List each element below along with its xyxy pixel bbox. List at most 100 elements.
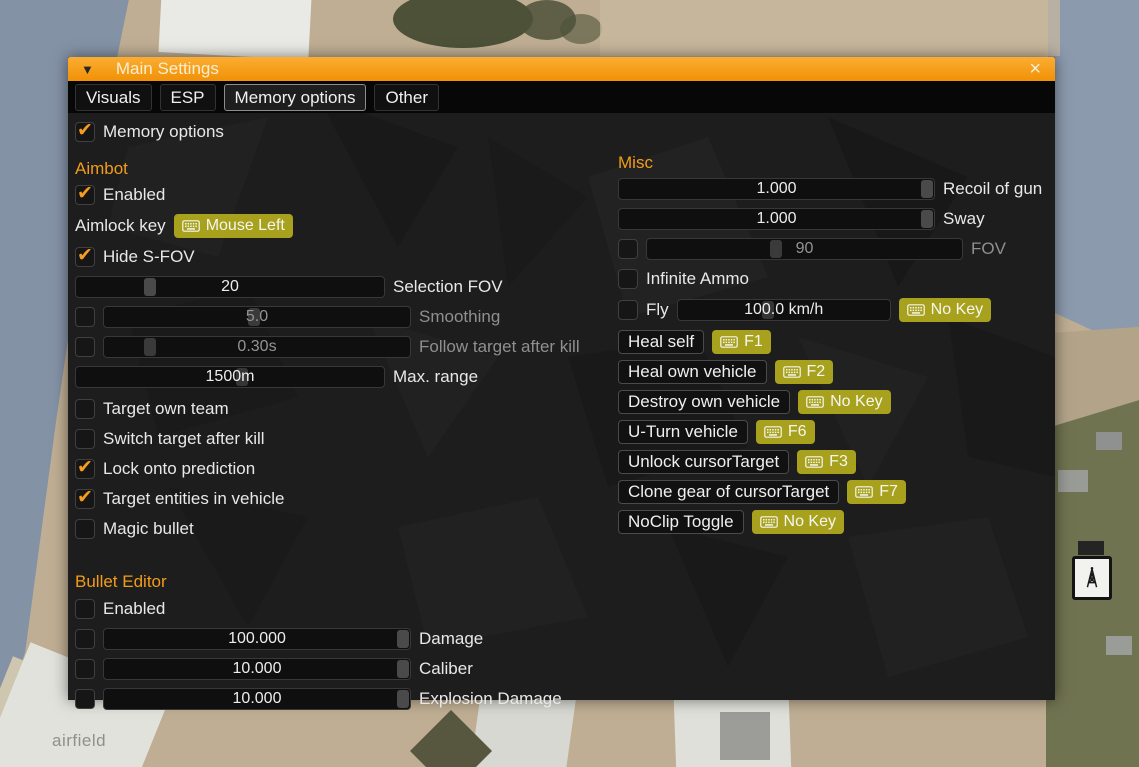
tab-memory-options[interactable]: Memory options [224,84,367,111]
recoil-slider[interactable]: 1.000 [618,178,935,200]
clone-gear-key-value: F7 [879,483,898,501]
slider-handle[interactable] [397,660,409,678]
lock-prediction-row: Lock onto prediction [75,458,255,480]
heal-own-vehicle-key-value: F2 [807,363,826,381]
aimbot-enabled-row: Enabled [75,184,165,206]
explosion-damage-value: 10.000 [233,690,282,708]
smoothing-checkbox[interactable] [75,307,95,327]
unlock-cursortarget-button[interactable]: Unlock cursorTarget [618,450,789,474]
keyboard-icon [855,486,873,498]
tab-other[interactable]: Other [374,84,439,111]
sway-label: Sway [943,209,985,229]
slider-handle[interactable] [921,210,933,228]
noclip-toggle-button[interactable]: NoClip Toggle [618,510,744,534]
hide-sfov-checkbox[interactable] [75,247,95,267]
close-icon[interactable]: × [1029,59,1041,79]
bullet-enabled-label: Enabled [103,599,165,619]
map-sand-patch [600,0,1060,56]
lock-prediction-checkbox[interactable] [75,459,95,479]
caliber-checkbox[interactable] [75,659,95,679]
aimlock-key-row: Aimlock key Mouse Left [75,214,293,238]
target-entities-checkbox[interactable] [75,489,95,509]
switch-target-row: Switch target after kill [75,428,265,450]
map-water-right [1048,0,1139,352]
collapse-icon[interactable]: ▼ [81,63,94,76]
map-building [720,712,770,760]
aimlock-key-value: Mouse Left [206,217,285,235]
radio-tower-map-marker[interactable] [1072,556,1112,600]
hide-sfov-row: Hide S-FOV [75,246,195,268]
heal-own-vehicle-button[interactable]: Heal own vehicle [618,360,767,384]
keyboard-icon [760,516,778,528]
bullet-enabled-checkbox[interactable] [75,599,95,619]
fly-speed-slider[interactable]: 100.0 km/h [677,299,891,321]
window-titlebar[interactable]: ▼ Main Settings × [68,57,1055,81]
slider-handle[interactable] [921,180,933,198]
aimbot-enabled-checkbox[interactable] [75,185,95,205]
infinite-ammo-checkbox[interactable] [618,269,638,289]
clone-gear-keybind-button[interactable]: F7 [847,480,906,504]
target-own-team-checkbox[interactable] [75,399,95,419]
follow-target-checkbox[interactable] [75,337,95,357]
noclip-toggle-key-value: No Key [784,513,836,531]
heal-own-vehicle-keybind-button[interactable]: F2 [775,360,834,384]
tab-esp[interactable]: ESP [160,84,216,111]
lock-prediction-label: Lock onto prediction [103,459,255,479]
slider-handle[interactable] [770,240,782,258]
smoothing-slider[interactable]: 5.0 [103,306,411,328]
hide-sfov-label: Hide S-FOV [103,247,195,267]
fov-slider[interactable]: 90 [646,238,963,260]
heal-self-keybind-button[interactable]: F1 [712,330,771,354]
radio-tower-icon [1081,565,1103,591]
destroy-own-vehicle-keybind-button[interactable]: No Key [798,390,890,414]
window-title: Main Settings [116,59,1029,79]
map-vegetation [560,14,602,44]
destroy-own-vehicle-row: Destroy own vehicle No Key [618,390,891,414]
selection-fov-value: 20 [221,278,239,296]
main-settings-window: ▼ Main Settings × Visuals ESP Memory opt… [68,57,1055,700]
explosion-damage-checkbox[interactable] [75,689,95,709]
clone-gear-button[interactable]: Clone gear of cursorTarget [618,480,839,504]
unlock-cursortarget-keybind-button[interactable]: F3 [797,450,856,474]
damage-slider[interactable]: 100.000 [103,628,411,650]
fov-checkbox[interactable] [618,239,638,259]
switch-target-label: Switch target after kill [103,429,265,449]
caliber-label: Caliber [419,659,473,679]
destroy-own-vehicle-button[interactable]: Destroy own vehicle [618,390,790,414]
keyboard-icon [806,396,824,408]
fly-keybind-button[interactable]: No Key [899,298,991,322]
follow-target-slider[interactable]: 0.30s [103,336,411,358]
switch-target-checkbox[interactable] [75,429,95,449]
caliber-slider[interactable]: 10.000 [103,658,411,680]
uturn-vehicle-button[interactable]: U-Turn vehicle [618,420,748,444]
selection-fov-slider[interactable]: 20 [75,276,385,298]
damage-checkbox[interactable] [75,629,95,649]
aimlock-keybind-button[interactable]: Mouse Left [174,214,293,238]
unlock-cursortarget-key-value: F3 [829,453,848,471]
tab-bar: Visuals ESP Memory options Other [68,81,1055,113]
fly-speed-value: 100.0 km/h [744,301,823,319]
slider-handle[interactable] [144,278,156,296]
slider-handle[interactable] [397,690,409,708]
unlock-cursortarget-row: Unlock cursorTarget F3 [618,450,856,474]
sway-slider[interactable]: 1.000 [618,208,935,230]
damage-value: 100.000 [228,630,286,648]
max-range-slider[interactable]: 1500m [75,366,385,388]
memory-options-checkbox[interactable] [75,122,95,142]
slider-handle[interactable] [397,630,409,648]
target-entities-row: Target entities in vehicle [75,488,284,510]
magic-bullet-checkbox[interactable] [75,519,95,539]
smoothing-label: Smoothing [419,307,500,327]
map-label-airfield: airfield [52,731,106,751]
noclip-toggle-keybind-button[interactable]: No Key [752,510,844,534]
keyboard-icon [182,220,200,232]
tab-visuals[interactable]: Visuals [75,84,152,111]
uturn-vehicle-keybind-button[interactable]: F6 [756,420,815,444]
settings-content: Memory options Aimbot Enabled Aimlock ke… [68,113,1055,700]
explosion-damage-slider[interactable]: 10.000 [103,688,411,710]
memory-options-label: Memory options [103,122,224,142]
slider-handle[interactable] [144,338,156,356]
fly-checkbox[interactable] [618,300,638,320]
follow-target-row: 0.30s Follow target after kill [75,336,580,358]
heal-self-button[interactable]: Heal self [618,330,704,354]
